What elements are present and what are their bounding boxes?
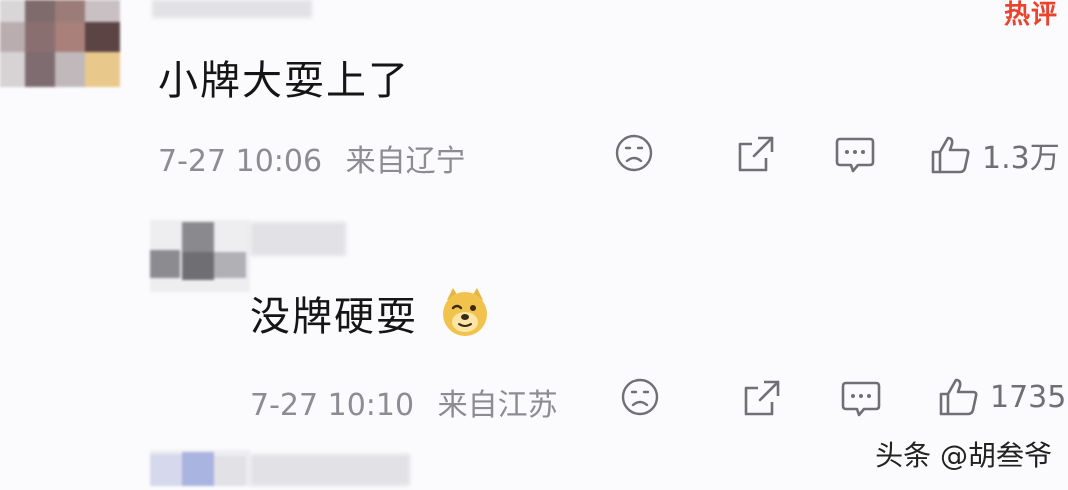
username-bottom[interactable] bbox=[250, 454, 410, 486]
avatar[interactable] bbox=[150, 220, 250, 292]
thumbs-up-icon bbox=[931, 136, 970, 174]
like-button[interactable]: 1.3万 bbox=[930, 133, 1060, 177]
sad-face-icon bbox=[621, 378, 659, 416]
like-count: 1735 bbox=[990, 379, 1067, 415]
watermark: 头条 @胡叁爷 bbox=[875, 439, 1052, 472]
share-icon bbox=[744, 380, 780, 416]
comment-screen: { "top_badge": "热评", "comments": [ { "te… bbox=[0, 0, 1068, 486]
thumbs-up-icon bbox=[939, 378, 978, 416]
like-button[interactable]: 1735 bbox=[938, 377, 1066, 417]
dislike-button[interactable] bbox=[620, 377, 660, 417]
doge-emoji-icon bbox=[442, 288, 487, 336]
comment-icon bbox=[835, 137, 875, 173]
username-top[interactable] bbox=[152, 0, 312, 18]
comment-time: 7-27 10:06 bbox=[158, 144, 323, 179]
comment-text: 没牌硬耍 bbox=[250, 284, 491, 342]
share-button[interactable] bbox=[736, 134, 776, 174]
comment-text-content: 没牌硬耍 bbox=[250, 294, 418, 340]
share-button[interactable] bbox=[742, 378, 782, 418]
comment-icon bbox=[841, 381, 881, 417]
comment-meta: 7-27 10:10 来自江苏 bbox=[250, 380, 558, 424]
comment-text: 小牌大耍上了 bbox=[158, 58, 410, 104]
reply-button[interactable] bbox=[840, 380, 882, 418]
dislike-button[interactable] bbox=[614, 133, 654, 173]
hot-comment-badge: 热评 bbox=[1003, 0, 1058, 30]
comment-location: 来自辽宁 bbox=[345, 144, 466, 179]
sad-face-icon bbox=[615, 134, 653, 172]
avatar-bottom[interactable] bbox=[150, 450, 250, 486]
username[interactable] bbox=[250, 222, 346, 256]
comment-meta: 7-27 10:06 来自辽宁 bbox=[158, 136, 466, 180]
avatar-top[interactable] bbox=[0, 0, 120, 95]
comment-location: 来自江苏 bbox=[437, 388, 558, 423]
like-count: 1.3万 bbox=[982, 141, 1060, 176]
reply-button[interactable] bbox=[834, 136, 876, 174]
share-icon bbox=[738, 136, 774, 172]
comment-time: 7-27 10:10 bbox=[250, 388, 415, 423]
